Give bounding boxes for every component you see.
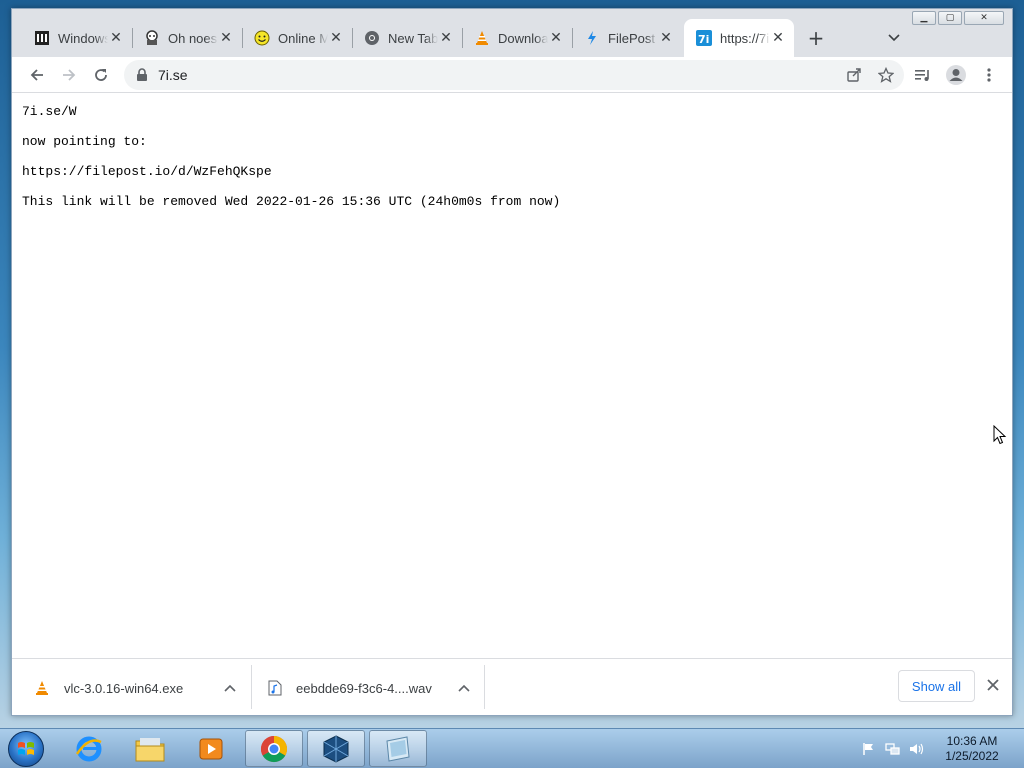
network-icon[interactable] <box>884 740 902 758</box>
audio-file-icon <box>268 680 282 696</box>
back-arrow-icon <box>30 69 43 81</box>
window-controls: ▁ ▢ ✕ <box>912 11 1004 25</box>
target-url: https://filepost.io/d/WzFehQKspe <box>22 164 272 179</box>
url-text: 7i.se <box>158 67 188 83</box>
clock-date: 1/25/2022 <box>945 749 999 763</box>
svg-text:7i: 7i <box>698 33 709 46</box>
pointing-label: now pointing to: <box>22 134 147 149</box>
tab-close-icon[interactable]: ✕ <box>218 30 234 46</box>
windows-logo-icon <box>18 742 34 755</box>
minimize-button[interactable]: ▁ <box>912 11 936 25</box>
address-bar[interactable]: 7i.se <box>124 60 904 90</box>
download-shelf: vlc-3.0.16-win64.exe eebdde69-f3c6-4....… <box>12 658 1012 715</box>
7i-icon: 7i <box>696 30 712 46</box>
tab-filepost[interactable]: FilePost ✕ <box>572 19 682 57</box>
tab-download[interactable]: Download ✕ <box>462 19 573 57</box>
tab-close-icon[interactable]: ✕ <box>328 30 344 46</box>
chrome-taskbar-button[interactable] <box>245 730 303 767</box>
tab-close-icon[interactable]: ✕ <box>108 30 124 46</box>
volume-icon[interactable] <box>908 740 926 758</box>
tab-close-icon[interactable]: ✕ <box>658 30 674 46</box>
menu-button[interactable] <box>976 62 1002 88</box>
tab-online[interactable]: Online M ✕ <box>242 19 353 57</box>
close-shelf-icon[interactable] <box>982 674 1004 696</box>
media-player-button[interactable] <box>182 730 240 767</box>
internet-explorer-icon <box>75 736 102 761</box>
virtualbox-button[interactable] <box>307 730 365 767</box>
tab-close-icon[interactable]: ✕ <box>770 30 786 46</box>
file-explorer-button[interactable] <box>121 730 179 767</box>
tab-oh-noes[interactable]: Oh noes ✕ <box>132 19 243 57</box>
browser-window: ▁ ▢ ✕ Windows ✕ Oh noes ✕ Online M ✕ New… <box>11 8 1013 716</box>
profile-avatar-icon <box>946 65 966 85</box>
chevron-up-icon[interactable] <box>456 680 472 696</box>
reading-list-button[interactable] <box>910 62 936 88</box>
tab-label: Online M <box>278 30 328 46</box>
screen-window-icon <box>386 735 410 762</box>
hacker-icon <box>144 30 160 46</box>
start-button[interactable] <box>8 731 44 767</box>
vlc-icon <box>36 681 48 695</box>
tab-label: Windows <box>58 30 108 46</box>
media-queue-icon <box>915 70 929 81</box>
vlc-icon <box>474 30 490 46</box>
tab-close-icon[interactable]: ✕ <box>438 30 454 46</box>
forward-button[interactable] <box>56 62 82 88</box>
lock-icon <box>137 68 147 81</box>
museum-icon <box>34 30 50 46</box>
folder-icon <box>135 737 165 761</box>
download-item-vlc[interactable]: vlc-3.0.16-win64.exe <box>34 665 250 711</box>
bookmark-star-icon[interactable] <box>874 63 898 87</box>
chrome-icon <box>364 30 380 46</box>
download-filename: vlc-3.0.16-win64.exe <box>64 680 184 696</box>
reload-button[interactable] <box>88 62 114 88</box>
new-tab-button[interactable]: + <box>804 26 828 50</box>
internet-explorer-button[interactable] <box>60 730 118 767</box>
download-filename: eebdde69-f3c6-4....wav <box>296 680 432 696</box>
clock-time: 10:36 AM <box>946 734 998 748</box>
app-window-button[interactable] <box>369 730 427 767</box>
mouse-cursor-icon <box>993 425 1007 445</box>
tab-label: Oh noes <box>168 30 218 46</box>
close-window-button[interactable]: ✕ <box>964 11 1004 25</box>
chrome-icon <box>260 735 288 762</box>
action-center-flag-icon[interactable] <box>860 740 878 758</box>
show-all-button[interactable]: Show all <box>898 670 975 702</box>
filepost-icon <box>584 30 600 46</box>
tab-label: https://7i.se <box>720 30 770 46</box>
expiry-notice: This link will be removed Wed 2022-01-26… <box>22 194 561 209</box>
browser-toolbar: 7i.se <box>12 57 1012 93</box>
short-link: 7i.se/W <box>22 104 77 119</box>
tab-label: FilePost <box>608 30 655 46</box>
tab-search-chevron-icon[interactable] <box>882 26 906 50</box>
download-divider <box>251 665 252 709</box>
maximize-button[interactable]: ▢ <box>938 11 962 25</box>
virtualbox-icon <box>323 734 349 763</box>
tab-7i-active[interactable]: 7i https://7i.se ✕ <box>684 19 794 57</box>
forward-arrow-icon <box>63 69 76 81</box>
taskbar: 10:36 AM 1/25/2022 <box>0 728 1024 768</box>
reload-icon <box>95 69 107 81</box>
back-button[interactable] <box>24 62 50 88</box>
page-content: 7i.se/W now pointing to: https://filepos… <box>12 93 1012 658</box>
media-player-icon <box>199 738 223 759</box>
chevron-up-icon[interactable] <box>222 680 238 696</box>
kebab-menu-icon <box>987 68 991 82</box>
download-item-wav[interactable]: eebdde69-f3c6-4....wav <box>268 665 484 711</box>
download-divider <box>484 665 485 709</box>
tab-label: New Tab <box>388 30 438 46</box>
tab-strip: Windows ✕ Oh noes ✕ Online M ✕ New Tab ✕… <box>12 9 1012 57</box>
smiley-icon <box>254 30 270 46</box>
tab-windows[interactable]: Windows ✕ <box>22 19 133 57</box>
clock[interactable]: 10:36 AM 1/25/2022 <box>934 734 1010 764</box>
tab-label: Download <box>498 30 548 46</box>
tab-close-icon[interactable]: ✕ <box>548 30 564 46</box>
omnibox-actions <box>842 63 898 87</box>
share-icon[interactable] <box>842 63 866 87</box>
profile-button[interactable] <box>943 62 969 88</box>
tab-new-tab[interactable]: New Tab ✕ <box>352 19 463 57</box>
